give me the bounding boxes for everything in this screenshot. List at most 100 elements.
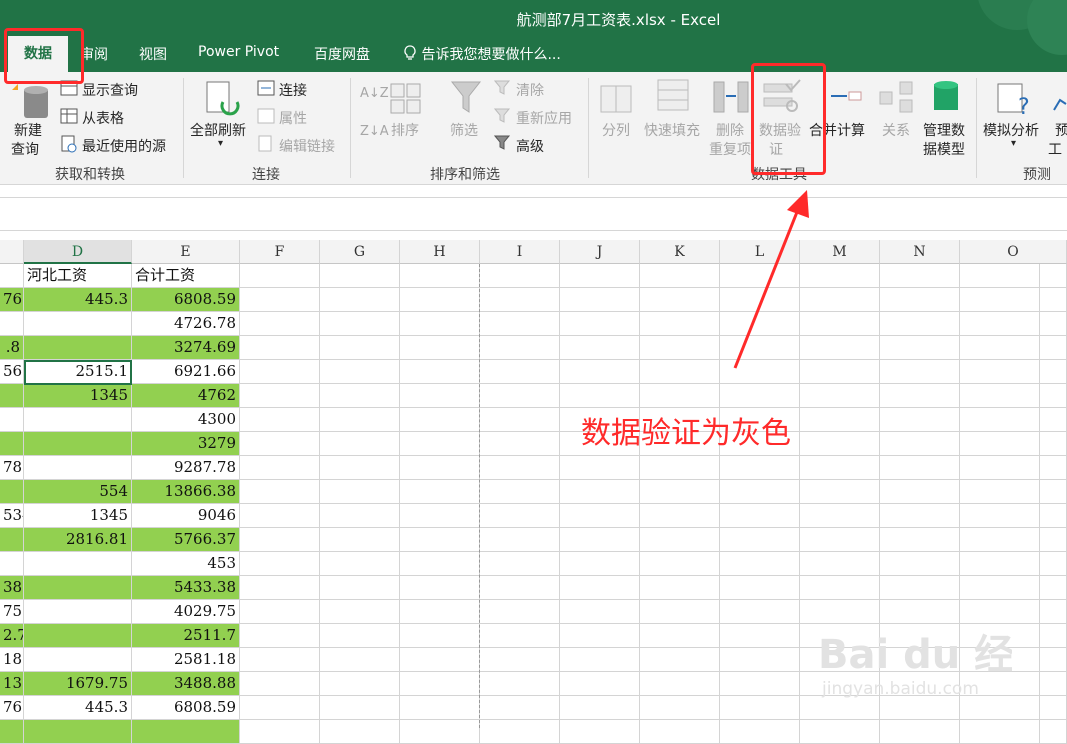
cell-c-row-6[interactable] [0,384,24,408]
cell-c-row-4[interactable]: .8 [0,336,24,360]
flash-fill-button[interactable]: 快速填充 [644,120,700,140]
reapply-button[interactable]: 重新应用 [516,108,572,128]
empty-cells-row-11[interactable] [240,504,1067,528]
tab-review[interactable]: 审阅 [80,44,108,64]
column-header-n[interactable]: N [880,240,960,264]
cell-e-row-10[interactable]: 13866.38 [132,480,240,504]
cell-d-row-1[interactable]: 河北工资 [24,264,132,288]
tab-baidu-netdisk[interactable]: 百度网盘 [314,44,370,64]
clear-button[interactable]: 清除 [516,80,544,100]
cell-e-row-4[interactable]: 3274.69 [132,336,240,360]
column-header-c[interactable] [0,240,24,264]
column-header-g[interactable]: G [320,240,400,264]
tab-power-pivot[interactable]: Power Pivot [198,44,279,60]
empty-cells-row-2[interactable] [240,288,1067,312]
cell-d-row-3[interactable] [24,312,132,336]
empty-cells-row-6[interactable] [240,384,1067,408]
cell-e-row-6[interactable]: 4762 [132,384,240,408]
cell-d-row-8[interactable] [24,432,132,456]
tab-view[interactable]: 视图 [139,44,167,64]
cell-e-row-7[interactable]: 4300 [132,408,240,432]
recent-sources-button[interactable]: 最近使用的源 [82,136,166,156]
cell-d-row-12[interactable]: 2816.81 [24,528,132,552]
new-query-button[interactable]: 新建 [14,120,42,140]
cell-c-row-11[interactable]: 534 [0,504,24,528]
empty-cells-row-14[interactable] [240,576,1067,600]
column-header-f[interactable]: F [240,240,320,264]
cell-e-row-11[interactable]: 9046 [132,504,240,528]
cell-d-row-14[interactable] [24,576,132,600]
cell-c-row-8[interactable] [0,432,24,456]
cell-c-row-13[interactable] [0,552,24,576]
properties-button[interactable]: 属性 [279,108,307,128]
show-query-button[interactable]: 显示查询 [82,80,138,100]
cell-c-row-7[interactable] [0,408,24,432]
sort-za-icon[interactable]: Z↓A [360,124,389,139]
cell-d-row-6[interactable]: 1345 [24,384,132,408]
cell-e-row-16[interactable]: 2511.7 [132,624,240,648]
cell-d-row-15[interactable] [24,600,132,624]
cell-c-row-18[interactable]: 13 [0,672,24,696]
cell-e-row-2[interactable]: 6808.59 [132,288,240,312]
cell-c-row-15[interactable]: 75 [0,600,24,624]
cell-e-row-1[interactable]: 合计工资 [132,264,240,288]
empty-cells-row-3[interactable] [240,312,1067,336]
empty-cells-row-1[interactable] [240,264,1067,288]
manage-data-model-button-line2[interactable]: 据模型 [923,139,965,159]
empty-cells-row-13[interactable] [240,552,1067,576]
cell-d-row-11[interactable]: 1345 [24,504,132,528]
cell-e-row-13[interactable]: 453 [132,552,240,576]
empty-cells-row-12[interactable] [240,528,1067,552]
cell-c-row-20[interactable] [0,720,24,744]
formula-bar[interactable] [0,197,1067,231]
cell-d-row-19[interactable]: 445.3 [24,696,132,720]
filter-button[interactable]: 筛选 [450,120,478,140]
cell-e-row-3[interactable]: 4726.78 [132,312,240,336]
remove-duplicates-button-line2[interactable]: 重复项 [709,139,751,159]
remove-duplicates-button[interactable]: 删除 [716,120,744,140]
cell-c-row-16[interactable]: 2.7 [0,624,24,648]
empty-cells-row-9[interactable] [240,456,1067,480]
forecast-sheet-button[interactable]: 预 [1055,120,1067,140]
empty-cells-row-4[interactable] [240,336,1067,360]
column-header-i[interactable]: I [480,240,560,264]
chevron-down-icon[interactable]: ▾ [1011,138,1016,149]
cell-d-row-2[interactable]: 445.3 [24,288,132,312]
edit-links-button[interactable]: 编辑链接 [279,136,335,156]
cell-d-row-13[interactable] [24,552,132,576]
empty-cells-row-5[interactable] [240,360,1067,384]
cell-c-row-9[interactable]: 78 [0,456,24,480]
cell-d-row-20[interactable] [24,720,132,744]
cell-c-row-17[interactable]: 18 [0,648,24,672]
advanced-button[interactable]: 高级 [516,136,544,156]
column-header-o[interactable]: O [960,240,1067,264]
manage-data-model-button[interactable]: 管理数 [923,120,965,140]
cell-e-row-8[interactable]: 3279 [132,432,240,456]
refresh-all-button[interactable]: 全部刷新 [190,120,246,140]
cell-d-row-17[interactable] [24,648,132,672]
cell-e-row-15[interactable]: 4029.75 [132,600,240,624]
empty-cells-row-10[interactable] [240,480,1067,504]
cell-d-row-9[interactable] [24,456,132,480]
cell-e-row-17[interactable]: 2581.18 [132,648,240,672]
column-header-h[interactable]: H [400,240,480,264]
what-if-analysis-button[interactable]: 模拟分析 [983,120,1039,140]
tell-me-box[interactable]: 告诉我您想要做什么... [403,44,561,64]
cell-d-row-7[interactable] [24,408,132,432]
chevron-down-icon[interactable]: ▾ [218,138,223,149]
cell-c-row-10[interactable] [0,480,24,504]
cell-e-row-19[interactable]: 6808.59 [132,696,240,720]
cell-e-row-9[interactable]: 9287.78 [132,456,240,480]
cell-e-row-5[interactable]: 6921.66 [132,360,240,384]
cell-d-row-10[interactable]: 554 [24,480,132,504]
cell-d-row-4[interactable] [24,336,132,360]
column-header-j[interactable]: J [560,240,640,264]
cell-d-row-16[interactable] [24,624,132,648]
connections-button[interactable]: 连接 [279,80,307,100]
cell-c-row-3[interactable] [0,312,24,336]
cell-c-row-19[interactable]: 76 [0,696,24,720]
cell-c-row-1[interactable] [0,264,24,288]
column-header-d[interactable]: D [24,240,132,264]
text-to-columns-button[interactable]: 分列 [602,120,630,140]
from-table-button[interactable]: 从表格 [82,108,124,128]
